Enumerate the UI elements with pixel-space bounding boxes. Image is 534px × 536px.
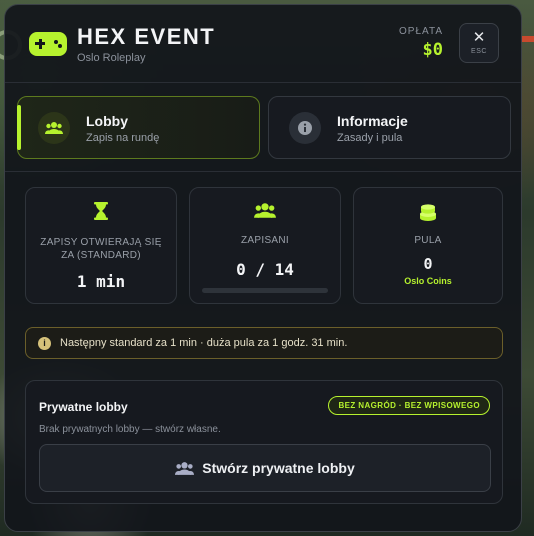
close-button[interactable]: ✕ ESC: [459, 23, 499, 63]
background-detail: [520, 36, 534, 42]
users-icon: [190, 202, 340, 219]
private-lobby-empty-text: Brak prywatnych lobby — stwórz własne.: [39, 424, 221, 435]
create-private-lobby-button[interactable]: Stwórz prywatne lobby: [39, 444, 491, 492]
tab-bar: Lobby Zapis na rundę Informacje Zasady i…: [17, 96, 511, 159]
gamepad-icon: [29, 32, 67, 56]
fee-label: OPŁATA: [399, 26, 443, 37]
hex-event-panel: HEX EVENT Oslo Roleplay OPŁATA $0 ✕ ESC …: [4, 4, 522, 532]
close-hint: ESC: [471, 48, 487, 55]
tab-lobby-title: Lobby: [86, 113, 128, 129]
private-lobby-title: Prywatne lobby: [39, 400, 128, 414]
tab-information-title: Informacje: [337, 113, 408, 129]
schedule-notice-text: Następny standard za 1 min · duża pula z…: [60, 337, 348, 349]
private-lobby-section: Prywatne lobby BEZ NAGRÓD · BEZ WPISOWEG…: [25, 380, 503, 504]
pool-label: PULA: [414, 235, 442, 246]
panel-header: HEX EVENT Oslo Roleplay OPŁATA $0 ✕ ESC: [5, 5, 521, 83]
hourglass-icon: [26, 202, 176, 220]
signed-up-card: ZAPISANI 0 / 14: [189, 187, 341, 304]
tab-information-subtitle: Zasady i pula: [337, 132, 403, 144]
create-private-lobby-label: Stwórz prywatne lobby: [202, 460, 355, 476]
signed-up-label: ZAPISANI: [241, 235, 289, 246]
info-icon: i: [38, 336, 51, 350]
tab-lobby[interactable]: Lobby Zapis na rundę: [17, 96, 260, 159]
users-icon: [175, 461, 195, 475]
users-icon: [38, 112, 70, 144]
divider: [5, 171, 521, 172]
event-title: HEX EVENT: [77, 24, 216, 49]
fee-value: $0: [422, 40, 443, 60]
server-name: Oslo Roleplay: [77, 52, 146, 64]
tab-lobby-subtitle: Zapis na rundę: [86, 132, 160, 144]
no-rewards-badge: BEZ NAGRÓD · BEZ WPISOWEGO: [328, 396, 490, 415]
signed-up-count: 0 / 14: [236, 260, 294, 279]
registration-countdown: 1 min: [76, 272, 126, 291]
pool-card: PULA 0 Oslo Coins: [353, 187, 503, 304]
signed-up-progress: [202, 288, 328, 293]
info-icon: [289, 112, 321, 144]
registration-label: ZAPISY OTWIERAJĄ SIĘ ZA (STANDARD): [40, 237, 162, 261]
pool-value: 0: [423, 255, 433, 273]
tab-information[interactable]: Informacje Zasady i pula: [268, 96, 511, 159]
close-icon: ✕: [472, 29, 486, 46]
schedule-notice: i Następny standard za 1 min · duża pula…: [25, 327, 503, 359]
coins-icon: [354, 202, 502, 222]
registration-card: ZAPISY OTWIERAJĄ SIĘ ZA (STANDARD) 1 min: [25, 187, 177, 304]
pool-currency: Oslo Coins: [404, 276, 452, 286]
